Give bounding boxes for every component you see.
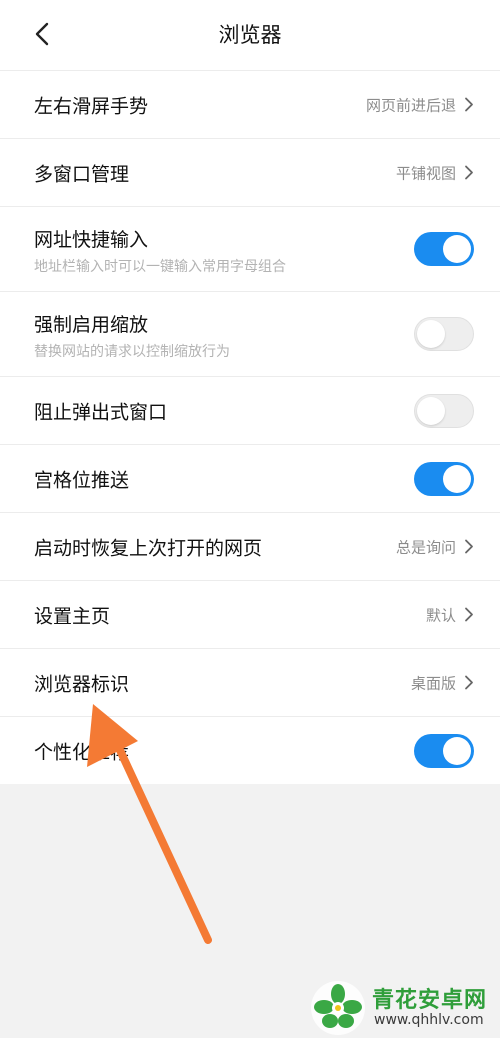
setting-force-zoom[interactable]: 强制启用缩放 替换网站的请求以控制缩放行为 (0, 291, 500, 376)
setting-label: 启动时恢复上次打开的网页 (34, 537, 263, 559)
setting-value: 平铺视图 (395, 164, 456, 182)
setting-url-quick-input[interactable]: 网址快捷输入 地址栏输入时可以一键输入常用字母组合 (0, 206, 500, 291)
setting-label: 阻止弹出式窗口 (34, 401, 168, 423)
page-title: 浏览器 (218, 23, 282, 47)
setting-value-group: 默认 (426, 604, 474, 625)
flower-logo-icon (311, 981, 365, 1035)
watermark-title: 青花安卓网 (372, 988, 488, 1013)
setting-label: 网址快捷输入 (34, 229, 149, 251)
setting-value-group: 网页前进后退 (366, 94, 474, 115)
toggle-knob (417, 320, 445, 348)
setting-homepage[interactable]: 设置主页 默认 (0, 580, 500, 648)
chevron-right-icon (465, 675, 473, 690)
setting-value-group: 平铺视图 (396, 162, 474, 183)
setting-personalized-recommend[interactable]: 个性化推荐 (0, 716, 500, 784)
personalized-recommend-toggle[interactable] (414, 733, 474, 768)
setting-label: 强制启用缩放 (34, 314, 149, 336)
setting-block-popups[interactable]: 阻止弹出式窗口 (0, 376, 500, 444)
setting-restore-pages[interactable]: 启动时恢复上次打开的网页 总是询问 (0, 512, 500, 580)
toggle-knob (443, 235, 471, 263)
setting-label: 设置主页 (34, 605, 111, 627)
setting-label: 个性化推荐 (34, 741, 130, 763)
toggle-knob (443, 736, 471, 765)
chevron-right-icon (465, 97, 473, 112)
setting-value-group: 总是询问 (396, 536, 474, 557)
setting-multi-window[interactable]: 多窗口管理 平铺视图 (0, 138, 500, 206)
setting-swipe-gesture[interactable]: 左右滑屏手势 网页前进后退 (0, 70, 500, 138)
watermark: 青花安卓网 www.qhhlv.com (300, 978, 500, 1038)
setting-label: 浏览器标识 (34, 673, 130, 695)
toggle-knob (443, 464, 471, 493)
setting-value: 默认 (425, 606, 456, 624)
setting-user-agent[interactable]: 浏览器标识 桌面版 (0, 648, 500, 716)
setting-label: 多窗口管理 (34, 163, 130, 185)
block-popups-toggle[interactable] (414, 393, 474, 428)
setting-value: 桌面版 (410, 674, 456, 692)
url-quick-input-toggle[interactable] (414, 232, 474, 266)
setting-label: 左右滑屏手势 (34, 95, 149, 117)
setting-description: 替换网站的请求以控制缩放行为 (34, 344, 230, 360)
setting-description: 地址栏输入时可以一键输入常用字母组合 (34, 259, 286, 275)
grid-push-toggle[interactable] (414, 461, 474, 496)
force-zoom-toggle[interactable] (414, 317, 474, 351)
chevron-right-icon (465, 539, 473, 554)
chevron-right-icon (465, 165, 473, 180)
setting-value: 总是询问 (395, 538, 456, 556)
setting-label: 宫格位推送 (34, 469, 130, 491)
top-bar: 浏览器 (0, 0, 500, 70)
watermark-url: www.qhhlv.com (374, 1012, 484, 1028)
setting-grid-push[interactable]: 宫格位推送 (0, 444, 500, 512)
chevron-right-icon (465, 607, 473, 622)
settings-list: 左右滑屏手势 网页前进后退 多窗口管理 平铺视图 网址快捷输入 地址栏输入时可以… (0, 70, 500, 784)
toggle-knob (417, 396, 445, 425)
setting-value: 网页前进后退 (365, 96, 456, 114)
setting-value-group: 桌面版 (411, 672, 474, 693)
